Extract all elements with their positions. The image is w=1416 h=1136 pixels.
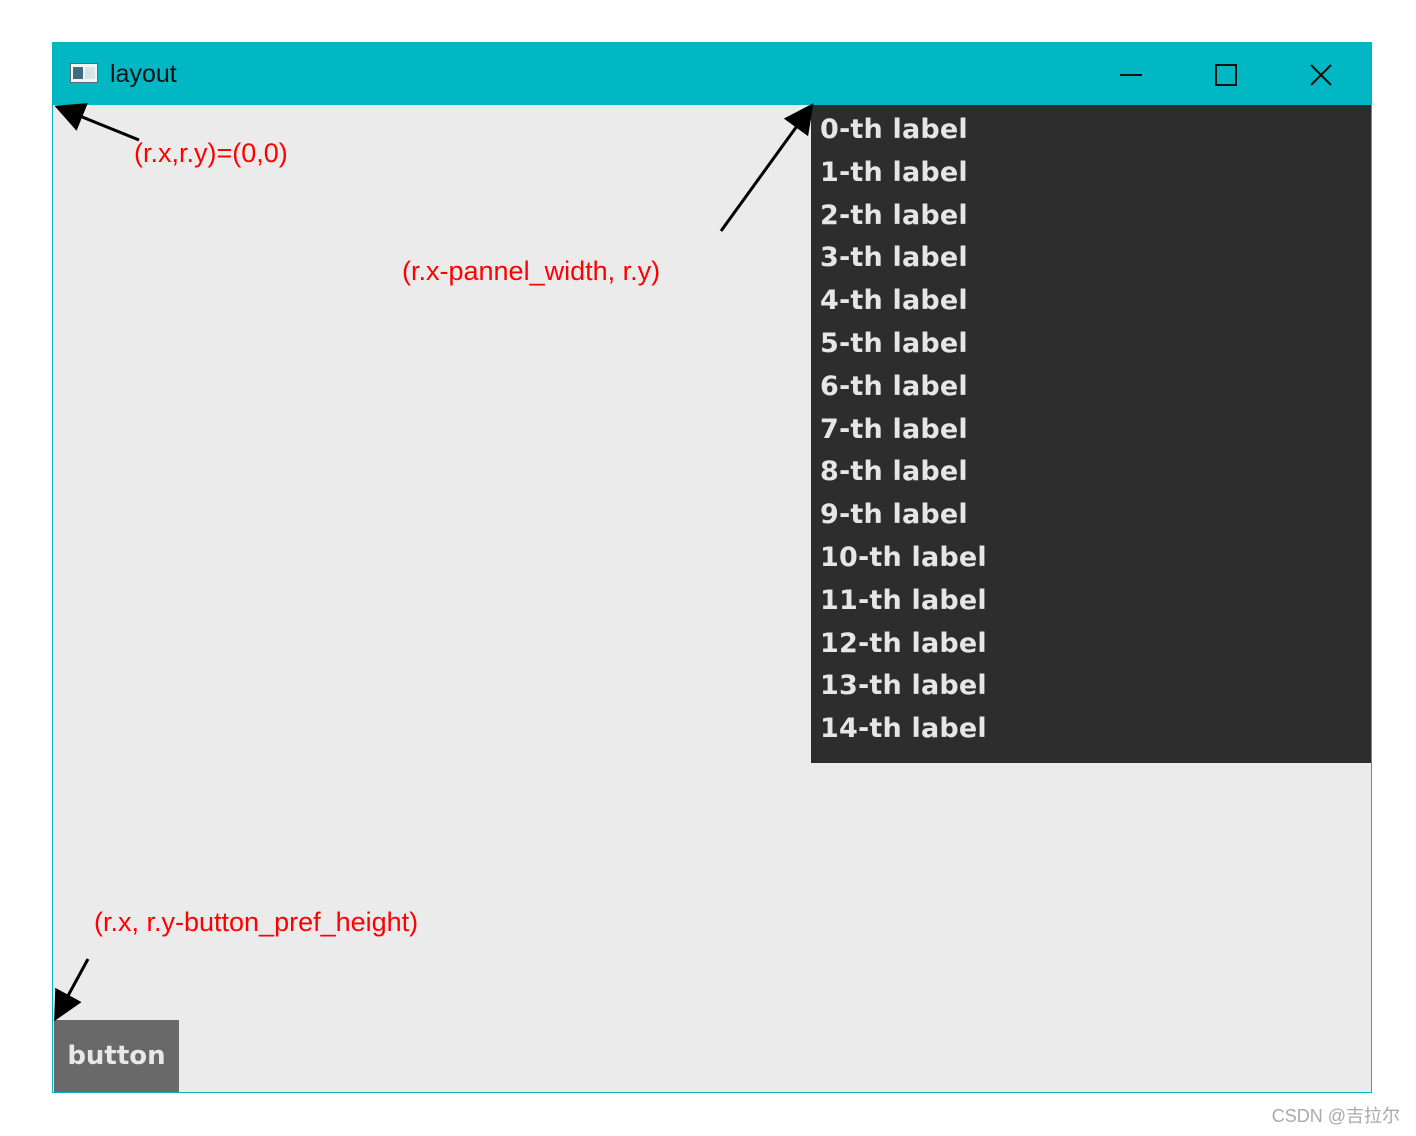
panel-label: 10-th label: [820, 541, 987, 573]
annotation-origin: (r.x,r.y)=(0,0): [134, 138, 288, 168]
panel-label: 8-th label: [820, 456, 968, 488]
window-title: layout: [110, 60, 177, 88]
label-panel: 0-th label 1-th label 2-th label 3-th label…: [811, 105, 1371, 763]
maximize-button[interactable]: [1178, 43, 1273, 105]
bottom-button[interactable]: button: [54, 1020, 179, 1092]
panel-label: 5-th label: [820, 327, 968, 359]
close-icon: [1310, 64, 1332, 86]
minimize-button[interactable]: [1083, 43, 1178, 105]
panel-label: 14-th label: [820, 713, 987, 745]
client-area: 0-th label 1-th label 2-th label 3-th label…: [53, 105, 1371, 1092]
panel-label: 2-th label: [820, 199, 968, 231]
panel-label: 11-th label: [820, 584, 987, 616]
panel-label: 7-th label: [820, 413, 968, 445]
close-button[interactable]: [1273, 43, 1368, 105]
panel-label: 9-th label: [820, 499, 968, 531]
panel-label: 13-th label: [820, 670, 987, 702]
minimize-icon: [1120, 74, 1142, 76]
panel-label: 3-th label: [820, 242, 968, 274]
annotation-panel: (r.x-pannel_width, r.y): [402, 256, 661, 286]
label-list: 0-th label 1-th label 2-th label 3-th label…: [811, 105, 1371, 757]
panel-label: 4-th label: [820, 285, 968, 317]
panel-label: 1-th label: [820, 156, 968, 188]
panel-label: 6-th label: [820, 370, 968, 402]
watermark: CSDN @吉拉尔: [1271, 1106, 1400, 1126]
panel-label: 0-th label: [820, 114, 968, 145]
panel-label: 12-th label: [820, 627, 987, 659]
maximize-icon: [1215, 64, 1237, 86]
annotation-button: (r.x, r.y-button_pref_height): [94, 907, 419, 937]
title-bar[interactable]: layout: [53, 43, 1371, 105]
app-window-icon: [70, 63, 98, 83]
